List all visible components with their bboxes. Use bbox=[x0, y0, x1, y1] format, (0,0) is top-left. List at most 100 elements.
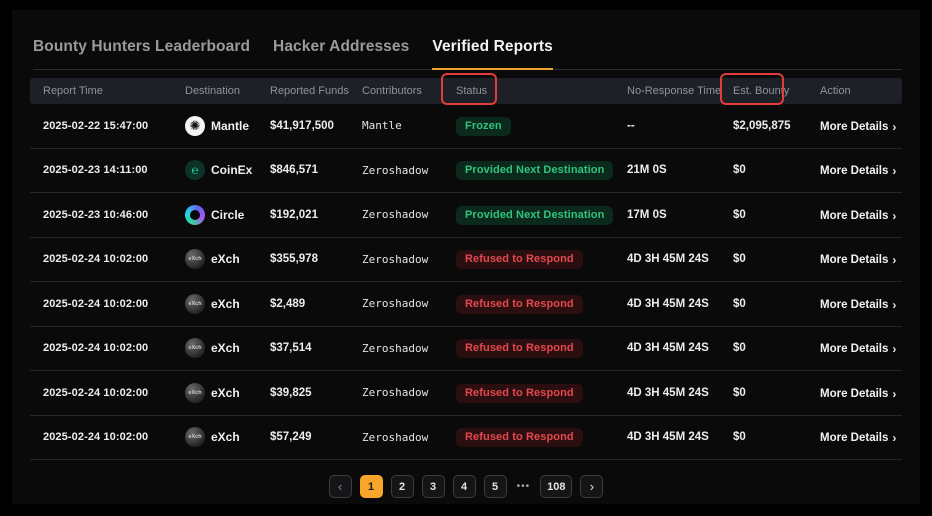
chevron-right-icon: › bbox=[892, 298, 896, 312]
pagination-page-3[interactable]: 3 bbox=[422, 475, 445, 498]
action-cell: More Details › bbox=[820, 206, 902, 224]
status-badge: Refused to Respond bbox=[456, 250, 583, 269]
reported-funds-cell: $355,978 bbox=[270, 253, 362, 265]
status-badge: Provided Next Destination bbox=[456, 206, 613, 225]
pagination-next-button[interactable]: › bbox=[580, 475, 603, 498]
more-details-label: More Details bbox=[820, 299, 888, 311]
action-cell: More Details › bbox=[820, 339, 902, 357]
more-details-label: More Details bbox=[820, 254, 888, 266]
report-time-cell: 2025-02-24 10:02:00 bbox=[30, 431, 185, 443]
destination-cell: eXch bbox=[185, 427, 270, 447]
report-time-cell: 2025-02-24 10:02:00 bbox=[30, 253, 185, 265]
destination-name: Mantle bbox=[211, 119, 249, 133]
column-header-no-response-time: No-Response Time bbox=[627, 85, 733, 97]
status-cell: Frozen bbox=[456, 116, 627, 136]
no-response-time-cell: 4D 3H 45M 24S bbox=[627, 298, 733, 310]
no-response-time-cell: 4D 3H 45M 24S bbox=[627, 431, 733, 443]
pagination-page-4[interactable]: 4 bbox=[453, 475, 476, 498]
table-row: 2025-02-24 10:02:00 eXch $2,489 Zeroshad… bbox=[30, 282, 902, 327]
column-header-est-bounty: Est. Bounty bbox=[733, 85, 820, 97]
contributors-cell: Mantle bbox=[362, 119, 456, 132]
destination-cell: eXch bbox=[185, 383, 270, 403]
table-row: 2025-02-22 15:47:00 Mantle $41,917,500 M… bbox=[30, 104, 902, 149]
more-details-link[interactable]: More Details › bbox=[820, 164, 896, 178]
status-badge: Refused to Respond bbox=[456, 384, 583, 403]
table-row: 2025-02-24 10:02:00 eXch $57,249 Zerosha… bbox=[30, 416, 902, 461]
more-details-link[interactable]: More Details › bbox=[820, 253, 896, 267]
contributors-cell: Zeroshadow bbox=[362, 253, 456, 266]
destination-name: eXch bbox=[211, 386, 240, 400]
tab-bounty-hunters-leaderboard[interactable]: Bounty Hunters Leaderboard bbox=[33, 38, 250, 69]
more-details-link[interactable]: More Details › bbox=[820, 342, 896, 356]
chevron-right-icon: › bbox=[892, 164, 896, 178]
action-cell: More Details › bbox=[820, 161, 902, 179]
table-row: 2025-02-24 10:02:00 eXch $39,825 Zerosha… bbox=[30, 371, 902, 416]
destination-name: CoinEx bbox=[211, 163, 252, 177]
tab-hacker-addresses[interactable]: Hacker Addresses bbox=[273, 38, 409, 69]
action-cell: More Details › bbox=[820, 295, 902, 313]
destination-name: eXch bbox=[211, 252, 240, 266]
more-details-link[interactable]: More Details › bbox=[820, 120, 896, 134]
status-badge: Refused to Respond bbox=[456, 428, 583, 447]
exch-icon bbox=[185, 338, 205, 358]
column-header-contributors: Contributors bbox=[362, 85, 456, 97]
pagination: ‹ 12345 ••• 108 › bbox=[12, 475, 920, 498]
report-time-cell: 2025-02-24 10:02:00 bbox=[30, 342, 185, 354]
reported-funds-cell: $57,249 bbox=[270, 431, 362, 443]
status-cell: Refused to Respond bbox=[456, 249, 627, 269]
more-details-link[interactable]: More Details › bbox=[820, 298, 896, 312]
contributors-cell: Zeroshadow bbox=[362, 342, 456, 355]
exch-icon bbox=[185, 249, 205, 269]
more-details-link[interactable]: More Details › bbox=[820, 387, 896, 401]
verified-reports-table: Report Time Destination Reported Funds C… bbox=[30, 78, 902, 460]
chevron-right-icon: › bbox=[892, 431, 896, 445]
tab-verified-reports[interactable]: Verified Reports bbox=[432, 38, 552, 69]
destination-name: Circle bbox=[211, 208, 244, 222]
action-cell: More Details › bbox=[820, 428, 902, 446]
more-details-label: More Details bbox=[820, 165, 888, 177]
action-cell: More Details › bbox=[820, 117, 902, 135]
reported-funds-cell: $37,514 bbox=[270, 342, 362, 354]
est-bounty-cell: $0 bbox=[733, 387, 820, 399]
pagination-ellipsis: ••• bbox=[515, 481, 533, 492]
no-response-time-cell: -- bbox=[627, 120, 733, 132]
est-bounty-cell: $0 bbox=[733, 253, 820, 265]
more-details-link[interactable]: More Details › bbox=[820, 431, 896, 445]
table-body: 2025-02-22 15:47:00 Mantle $41,917,500 M… bbox=[30, 104, 902, 460]
action-cell: More Details › bbox=[820, 384, 902, 402]
mantle-icon bbox=[185, 116, 205, 136]
status-badge: Refused to Respond bbox=[456, 295, 583, 314]
destination-name: eXch bbox=[211, 297, 240, 311]
chevron-right-icon: › bbox=[892, 253, 896, 267]
reported-funds-cell: $2,489 bbox=[270, 298, 362, 310]
est-bounty-cell: $0 bbox=[733, 298, 820, 310]
more-details-label: More Details bbox=[820, 343, 888, 355]
destination-cell: eXch bbox=[185, 294, 270, 314]
pagination-page-108[interactable]: 108 bbox=[540, 475, 572, 498]
destination-cell: CoinEx bbox=[185, 160, 270, 180]
column-header-destination: Destination bbox=[185, 85, 270, 97]
status-badge: Provided Next Destination bbox=[456, 161, 613, 180]
status-cell: Refused to Respond bbox=[456, 338, 627, 358]
column-header-status: Status bbox=[456, 85, 627, 97]
table-row: 2025-02-23 10:46:00 Circle $192,021 Zero… bbox=[30, 193, 902, 238]
contributors-cell: Zeroshadow bbox=[362, 431, 456, 444]
pagination-page-5[interactable]: 5 bbox=[484, 475, 507, 498]
pagination-page-1[interactable]: 1 bbox=[360, 475, 383, 498]
est-bounty-cell: $0 bbox=[733, 342, 820, 354]
reported-funds-cell: $192,021 bbox=[270, 209, 362, 221]
pagination-page-2[interactable]: 2 bbox=[391, 475, 414, 498]
report-time-cell: 2025-02-24 10:02:00 bbox=[30, 298, 185, 310]
exch-icon bbox=[185, 427, 205, 447]
column-header-reported-funds: Reported Funds bbox=[270, 85, 362, 97]
status-cell: Refused to Respond bbox=[456, 383, 627, 403]
column-header-action: Action bbox=[820, 85, 902, 97]
action-cell: More Details › bbox=[820, 250, 902, 268]
reported-funds-cell: $41,917,500 bbox=[270, 120, 362, 132]
table-row: 2025-02-24 10:02:00 eXch $37,514 Zerosha… bbox=[30, 327, 902, 372]
no-response-time-cell: 4D 3H 45M 24S bbox=[627, 342, 733, 354]
more-details-link[interactable]: More Details › bbox=[820, 209, 896, 223]
reported-funds-cell: $846,571 bbox=[270, 164, 362, 176]
pagination-prev-button[interactable]: ‹ bbox=[329, 475, 352, 498]
chevron-right-icon: › bbox=[892, 342, 896, 356]
